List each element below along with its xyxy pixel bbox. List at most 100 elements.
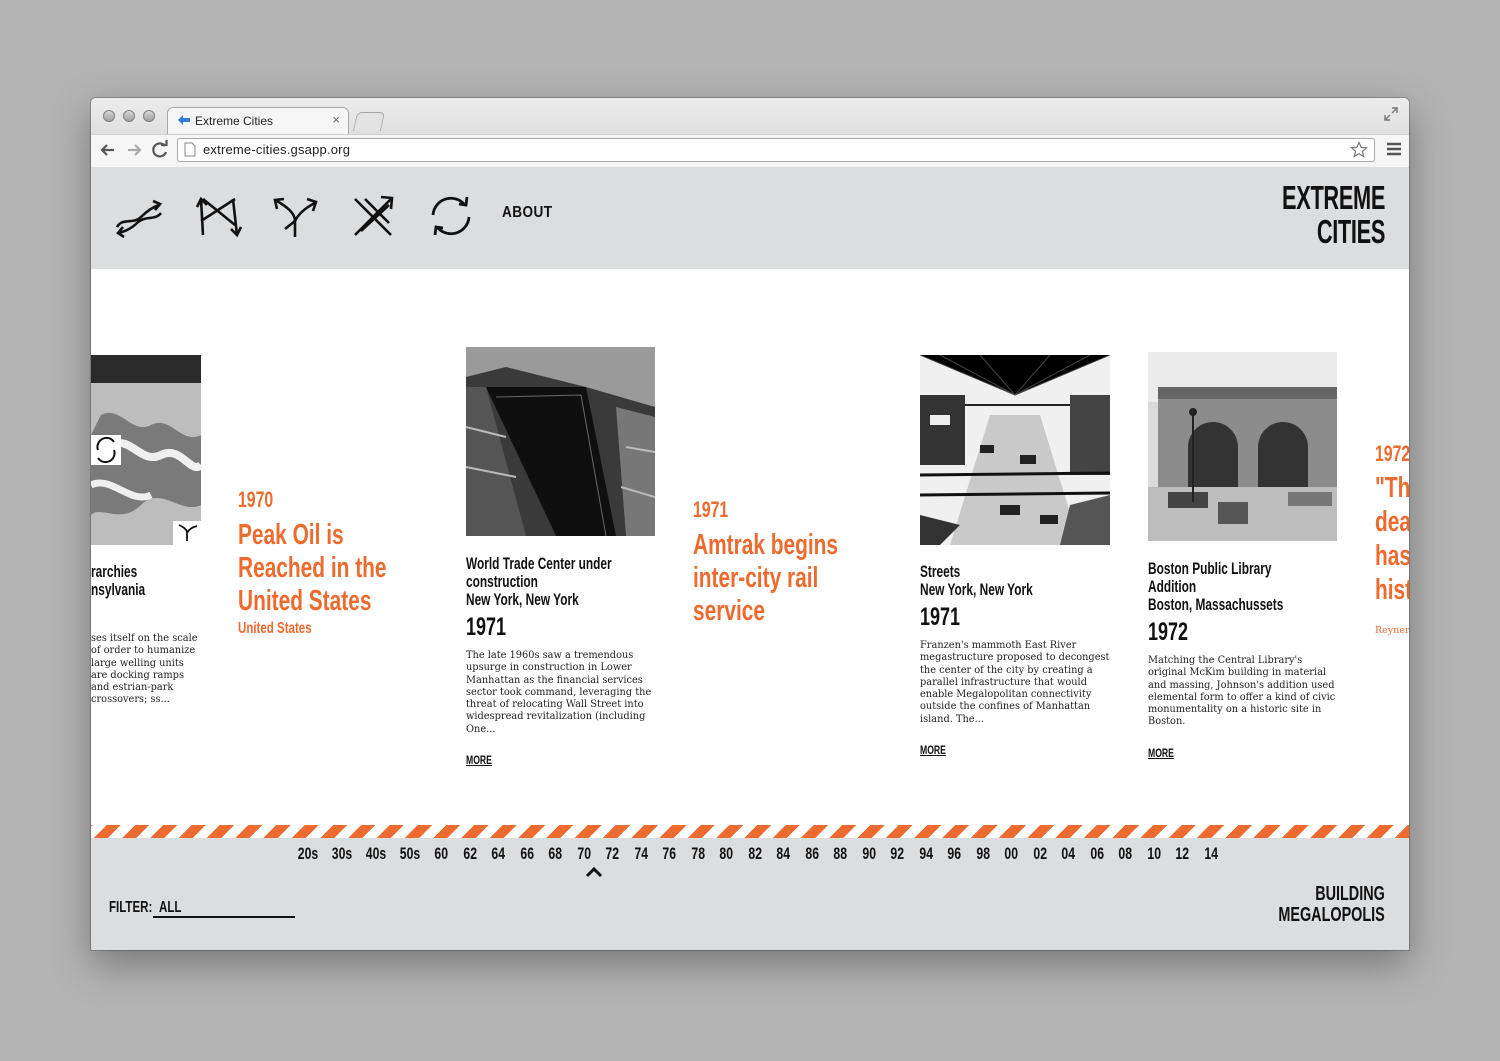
page-viewport: ABOUT EXTREME CITIES rarchies nsylvania … xyxy=(91,167,1409,950)
year-link[interactable]: 10 xyxy=(1143,844,1164,864)
browser-tabstrip: Extreme Cities × extreme-cities.gsapp.or… xyxy=(91,98,1409,167)
event-year: 1971 xyxy=(693,497,729,522)
card-title-line: Boston Public Library xyxy=(1148,560,1272,578)
card-photo-wtc[interactable] xyxy=(466,347,655,536)
year-link[interactable]: 68 xyxy=(545,844,566,864)
browser-window: Extreme Cities × extreme-cities.gsapp.or… xyxy=(91,98,1409,950)
more-link[interactable]: MORE xyxy=(920,743,946,757)
year-link-selected[interactable]: 72 xyxy=(602,844,623,864)
quote-line: histo xyxy=(1375,574,1409,606)
card-location: nsylvania xyxy=(91,581,146,599)
card-wtc[interactable]: World Trade Center under construction Ne… xyxy=(466,555,658,769)
year-link[interactable]: 88 xyxy=(830,844,851,864)
year-link[interactable]: 02 xyxy=(1029,844,1050,864)
card-boston[interactable]: Boston Public Library Addition Boston, M… xyxy=(1148,560,1340,762)
decade-link[interactable]: 20s xyxy=(296,844,320,864)
year-link[interactable]: 12 xyxy=(1172,844,1193,864)
address-bar[interactable]: extreme-cities.gsapp.org xyxy=(177,138,1375,162)
event-location: United States xyxy=(238,620,312,637)
more-link[interactable]: MORE xyxy=(1148,746,1174,760)
site-logo[interactable]: EXTREME CITIES xyxy=(1282,181,1385,249)
card-photo-partial[interactable] xyxy=(91,355,201,545)
zigzag-arrows-icon[interactable] xyxy=(189,191,245,241)
quote-line: dead xyxy=(1375,506,1409,538)
about-link[interactable]: ABOUT xyxy=(502,204,552,222)
site-header: ABOUT EXTREME CITIES xyxy=(91,167,1409,269)
card-photo-streets[interactable] xyxy=(920,355,1110,545)
year-link[interactable]: 04 xyxy=(1058,844,1079,864)
year-link[interactable]: 78 xyxy=(687,844,708,864)
tab-title: Extreme Cities xyxy=(195,114,274,128)
back-arrow-icon[interactable] xyxy=(97,139,119,161)
decade-link[interactable]: 50s xyxy=(398,844,422,864)
card-title-line: Addition xyxy=(1148,578,1197,596)
year-link[interactable]: 00 xyxy=(1001,844,1022,864)
filter-dropdown[interactable]: ALL xyxy=(153,898,295,918)
card-description: ses itself on the scale of order to huma… xyxy=(91,633,198,706)
forward-arrow-icon[interactable] xyxy=(123,139,145,161)
year-link[interactable]: 82 xyxy=(744,844,765,864)
card-title-line: construction xyxy=(466,573,538,591)
year-link[interactable]: 86 xyxy=(801,844,822,864)
event-title: "The dead has histo xyxy=(1375,471,1409,607)
year-link[interactable]: 92 xyxy=(887,844,908,864)
decade-link[interactable]: 40s xyxy=(364,844,388,864)
event-1971[interactable]: 1971 Amtrak begins inter-city rail servi… xyxy=(693,497,933,628)
event-1970[interactable]: 1970 Peak Oil is Reached in the United S… xyxy=(238,487,498,638)
year-link[interactable]: 70 xyxy=(573,844,594,864)
year-link[interactable]: 60 xyxy=(431,844,452,864)
zoom-window-button[interactable] xyxy=(143,110,155,122)
cycle-arrows-icon[interactable] xyxy=(423,191,479,241)
browser-menu-icon[interactable] xyxy=(1385,140,1403,158)
card-year: 1971 xyxy=(466,613,507,641)
card-partial[interactable]: rarchies nsylvania ses itself on the sca… xyxy=(91,563,206,707)
event-title: Peak Oil is Reached in the United States xyxy=(238,519,387,617)
year-link[interactable]: 76 xyxy=(659,844,680,864)
card-photo-boston[interactable] xyxy=(1148,352,1337,541)
year-link[interactable]: 90 xyxy=(858,844,879,864)
bookmark-star-icon[interactable] xyxy=(1350,141,1368,159)
crossed-arrows-icon[interactable] xyxy=(345,191,401,241)
more-link[interactable]: MORE xyxy=(466,753,492,767)
browser-toolbar: extreme-cities.gsapp.org xyxy=(91,134,1409,167)
year-link[interactable]: 66 xyxy=(516,844,537,864)
year-link[interactable]: 08 xyxy=(1115,844,1136,864)
card-location: Boston, Massachussets xyxy=(1148,596,1284,614)
window-controls xyxy=(103,110,155,122)
year-link[interactable]: 14 xyxy=(1200,844,1221,864)
year-link[interactable]: 62 xyxy=(459,844,480,864)
card-description: Matching the Central Library's original … xyxy=(1148,655,1336,728)
quote-line: "The xyxy=(1375,472,1409,504)
fullscreen-icon[interactable] xyxy=(1383,106,1399,122)
card-title-line: Streets xyxy=(920,563,961,581)
card-year: 1972 xyxy=(1148,618,1189,646)
year-link[interactable]: 74 xyxy=(630,844,651,864)
new-tab-button[interactable] xyxy=(352,112,386,131)
close-window-button[interactable] xyxy=(103,110,115,122)
section-title: BUILDING MEGALOPOLIS xyxy=(1279,884,1385,926)
year-link[interactable]: 98 xyxy=(972,844,993,864)
card-location: New York, New York xyxy=(920,581,1033,599)
year-link[interactable]: 84 xyxy=(773,844,794,864)
year-link[interactable]: 64 xyxy=(488,844,509,864)
year-link[interactable]: 94 xyxy=(915,844,936,864)
year-link[interactable]: 06 xyxy=(1086,844,1107,864)
browser-tab[interactable]: Extreme Cities × xyxy=(167,107,349,134)
page-icon xyxy=(184,142,196,157)
quote-author: Reyner xyxy=(1375,625,1409,636)
year-link[interactable]: 96 xyxy=(944,844,965,864)
reload-icon[interactable] xyxy=(149,139,171,161)
filter-label: FILTER: xyxy=(109,899,153,916)
event-year: 1970 xyxy=(238,487,274,512)
quote-line: has xyxy=(1375,540,1409,572)
card-title-line: World Trade Center under xyxy=(466,555,612,573)
tab-close-icon[interactable]: × xyxy=(332,112,340,127)
minimize-window-button[interactable] xyxy=(123,110,135,122)
event-partial-1972[interactable]: 1972 "The dead has histo Reyner xyxy=(1375,441,1409,641)
branch-arrows-icon[interactable] xyxy=(267,191,323,241)
decade-link[interactable]: 30s xyxy=(330,844,354,864)
year-link[interactable]: 80 xyxy=(716,844,737,864)
swap-arrows-icon[interactable] xyxy=(111,191,167,241)
card-year: 1971 xyxy=(920,603,961,631)
card-streets[interactable]: Streets New York, New York 1971 Franzen'… xyxy=(920,563,1112,759)
